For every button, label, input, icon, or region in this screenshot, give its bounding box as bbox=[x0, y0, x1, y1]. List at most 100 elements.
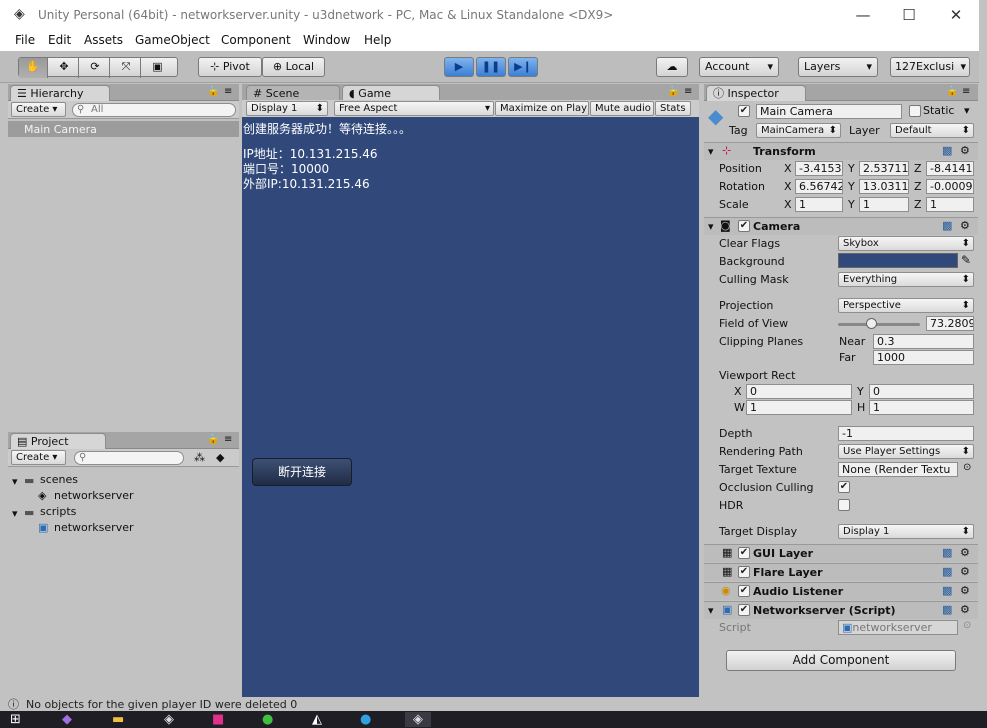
rotate-tool-icon[interactable]: ⟳ bbox=[81, 58, 110, 78]
fov-field[interactable]: 73.2809 bbox=[926, 316, 974, 331]
object-name-field[interactable]: Main Camera bbox=[756, 104, 902, 119]
disconnect-button[interactable]: 断开连接 bbox=[252, 458, 352, 486]
near-field[interactable]: 0.3 bbox=[873, 334, 974, 349]
tree-item-script[interactable]: networkserver bbox=[54, 521, 134, 534]
camera-header[interactable]: ▾ ◙ ✔ Camera ▩ ⚙ bbox=[704, 217, 978, 235]
layer-dropdown[interactable]: Default ⬍ bbox=[890, 123, 974, 138]
tab-project[interactable]: ▤ Project bbox=[10, 433, 106, 449]
lock-icon[interactable]: 🔒 bbox=[207, 86, 219, 97]
target-texture-field[interactable]: None (Render Textu bbox=[838, 462, 958, 477]
tab-inspector[interactable]: ⓘ Inspector bbox=[706, 85, 806, 101]
mute-audio-toggle[interactable]: Mute audio bbox=[590, 101, 654, 116]
scale-x-field[interactable]: 1 bbox=[795, 197, 843, 212]
panel-menu-icon[interactable]: ≡ bbox=[962, 86, 970, 97]
hdr-checkbox[interactable] bbox=[838, 499, 850, 511]
filter-label-icon[interactable]: ◆ bbox=[216, 451, 224, 464]
help-book-icon[interactable]: ▩ bbox=[942, 585, 952, 597]
position-z-field[interactable]: -8.4141 bbox=[926, 161, 974, 176]
create-dropdown[interactable]: Create ▾ bbox=[11, 450, 66, 465]
menu-edit[interactable]: Edit bbox=[48, 33, 71, 47]
help-book-icon[interactable]: ▩ bbox=[942, 220, 952, 232]
panel-menu-icon[interactable]: ≡ bbox=[224, 86, 232, 97]
add-component-button[interactable]: Add Component bbox=[726, 650, 956, 671]
flare-layer-checkbox[interactable]: ✔ bbox=[738, 566, 750, 578]
gear-icon[interactable]: ⚙ bbox=[960, 585, 970, 597]
target-display-dropdown[interactable]: Display 1 ⬍ bbox=[838, 524, 974, 539]
audio-listener-header[interactable]: ◉ ✔ Audio Listener ▩ ⚙ bbox=[704, 582, 978, 600]
tree-folder-scripts[interactable]: scripts bbox=[40, 505, 76, 518]
gear-icon[interactable]: ⚙ bbox=[960, 547, 970, 559]
static-checkbox[interactable] bbox=[909, 105, 921, 117]
culling-mask-dropdown[interactable]: Everything ⬍ bbox=[838, 272, 974, 287]
step-button[interactable]: ▶❙ bbox=[508, 57, 538, 77]
tab-game[interactable]: ◖ Game bbox=[342, 85, 440, 101]
tab-scene[interactable]: # Scene bbox=[246, 85, 340, 101]
object-picker-icon[interactable]: ⊙ bbox=[963, 462, 971, 473]
viewport-h-field[interactable]: 1 bbox=[869, 400, 974, 415]
position-x-field[interactable]: -3.4153 bbox=[795, 161, 843, 176]
pause-button[interactable]: ❚❚ bbox=[476, 57, 506, 77]
script-enabled-checkbox[interactable]: ✔ bbox=[738, 604, 750, 616]
rotation-y-field[interactable]: 13.0311 bbox=[859, 179, 909, 194]
expand-arrow-icon[interactable]: ▾ bbox=[12, 475, 18, 488]
fov-slider-track[interactable] bbox=[838, 323, 920, 326]
fov-slider-handle[interactable] bbox=[866, 318, 877, 329]
search-input[interactable]: ⚲ All bbox=[72, 103, 236, 117]
projection-dropdown[interactable]: Perspective ⬍ bbox=[838, 298, 974, 313]
play-button[interactable]: ▶ bbox=[444, 57, 474, 77]
help-book-icon[interactable]: ▩ bbox=[942, 547, 952, 559]
lock-icon[interactable]: 🔒 bbox=[946, 86, 958, 97]
tab-hierarchy[interactable]: ☰ Hierarchy bbox=[10, 85, 110, 101]
lock-icon[interactable]: 🔒 bbox=[207, 434, 219, 445]
panel-menu-icon[interactable]: ≡ bbox=[684, 86, 692, 97]
viewport-y-field[interactable]: 0 bbox=[869, 384, 974, 399]
chat-icon[interactable]: ● bbox=[262, 712, 273, 727]
gui-layer-header[interactable]: ▦ ✔ GUI Layer ▩ ⚙ bbox=[704, 544, 978, 562]
close-button[interactable]: ✕ bbox=[936, 2, 976, 28]
app-icon[interactable]: ■ bbox=[212, 712, 224, 727]
menu-gameobject[interactable]: GameObject bbox=[135, 33, 210, 47]
unity-active-icon[interactable]: ◈ bbox=[405, 712, 431, 727]
game-view[interactable]: 创建服务器成功！等待连接。。。 IP地址：10.131.215.46 端口号：1… bbox=[242, 117, 699, 697]
aspect-dropdown[interactable]: Free Aspect ▾ bbox=[334, 101, 494, 116]
networkserver-script-header[interactable]: ▾ ▣ ✔ Networkserver (Script) ▩ ⚙ bbox=[704, 601, 978, 619]
scale-y-field[interactable]: 1 bbox=[859, 197, 909, 212]
cloud-button[interactable]: ☁ bbox=[656, 57, 688, 77]
position-y-field[interactable]: 2.53711 bbox=[859, 161, 909, 176]
scale-tool-icon[interactable]: ⤧ bbox=[112, 58, 141, 78]
lock-icon[interactable]: 🔒 bbox=[667, 86, 679, 97]
help-book-icon[interactable]: ▩ bbox=[942, 566, 952, 578]
tree-folder-scenes[interactable]: scenes bbox=[40, 473, 78, 486]
tag-dropdown[interactable]: MainCamera ⬍ bbox=[756, 123, 841, 138]
rect-tool-icon[interactable]: ▣ bbox=[143, 58, 172, 78]
rotation-z-field[interactable]: -0.0009 bbox=[926, 179, 974, 194]
search-input[interactable]: ⚲ bbox=[74, 451, 184, 465]
tree-item-scene[interactable]: networkserver bbox=[54, 489, 134, 502]
minimize-button[interactable]: — bbox=[843, 2, 883, 28]
maximize-button[interactable]: ☐ bbox=[889, 2, 929, 28]
list-item[interactable]: Main Camera bbox=[8, 121, 239, 137]
background-color-swatch[interactable] bbox=[838, 253, 958, 268]
create-dropdown[interactable]: Create ▾ bbox=[11, 102, 66, 117]
menu-help[interactable]: Help bbox=[364, 33, 391, 47]
explorer-icon[interactable]: ▬ bbox=[112, 712, 124, 727]
rotation-x-field[interactable]: 6.56742 bbox=[795, 179, 843, 194]
menu-component[interactable]: Component bbox=[221, 33, 291, 47]
occlusion-culling-checkbox[interactable]: ✔ bbox=[838, 481, 850, 493]
clear-flags-dropdown[interactable]: Skybox ⬍ bbox=[838, 236, 974, 251]
far-field[interactable]: 1000 bbox=[873, 350, 974, 365]
maximize-on-play-toggle[interactable]: Maximize on Play bbox=[495, 101, 589, 116]
layout-dropdown[interactable]: 127Exclusi ▾ bbox=[890, 57, 970, 77]
depth-field[interactable]: -1 bbox=[838, 426, 974, 441]
gui-layer-checkbox[interactable]: ✔ bbox=[738, 547, 750, 559]
scale-z-field[interactable]: 1 bbox=[926, 197, 974, 212]
rendering-path-dropdown[interactable]: Use Player Settings ⬍ bbox=[838, 444, 974, 459]
layers-dropdown[interactable]: Layers ▾ bbox=[798, 57, 878, 77]
help-book-icon[interactable]: ▩ bbox=[942, 145, 952, 157]
account-dropdown[interactable]: Account ▾ bbox=[699, 57, 779, 77]
active-checkbox[interactable]: ✔ bbox=[738, 105, 750, 117]
cat-icon[interactable]: ◭ bbox=[312, 712, 322, 727]
audio-listener-checkbox[interactable]: ✔ bbox=[738, 585, 750, 597]
flare-layer-header[interactable]: ▦ ✔ Flare Layer ▩ ⚙ bbox=[704, 563, 978, 581]
gear-icon[interactable]: ⚙ bbox=[960, 220, 970, 232]
